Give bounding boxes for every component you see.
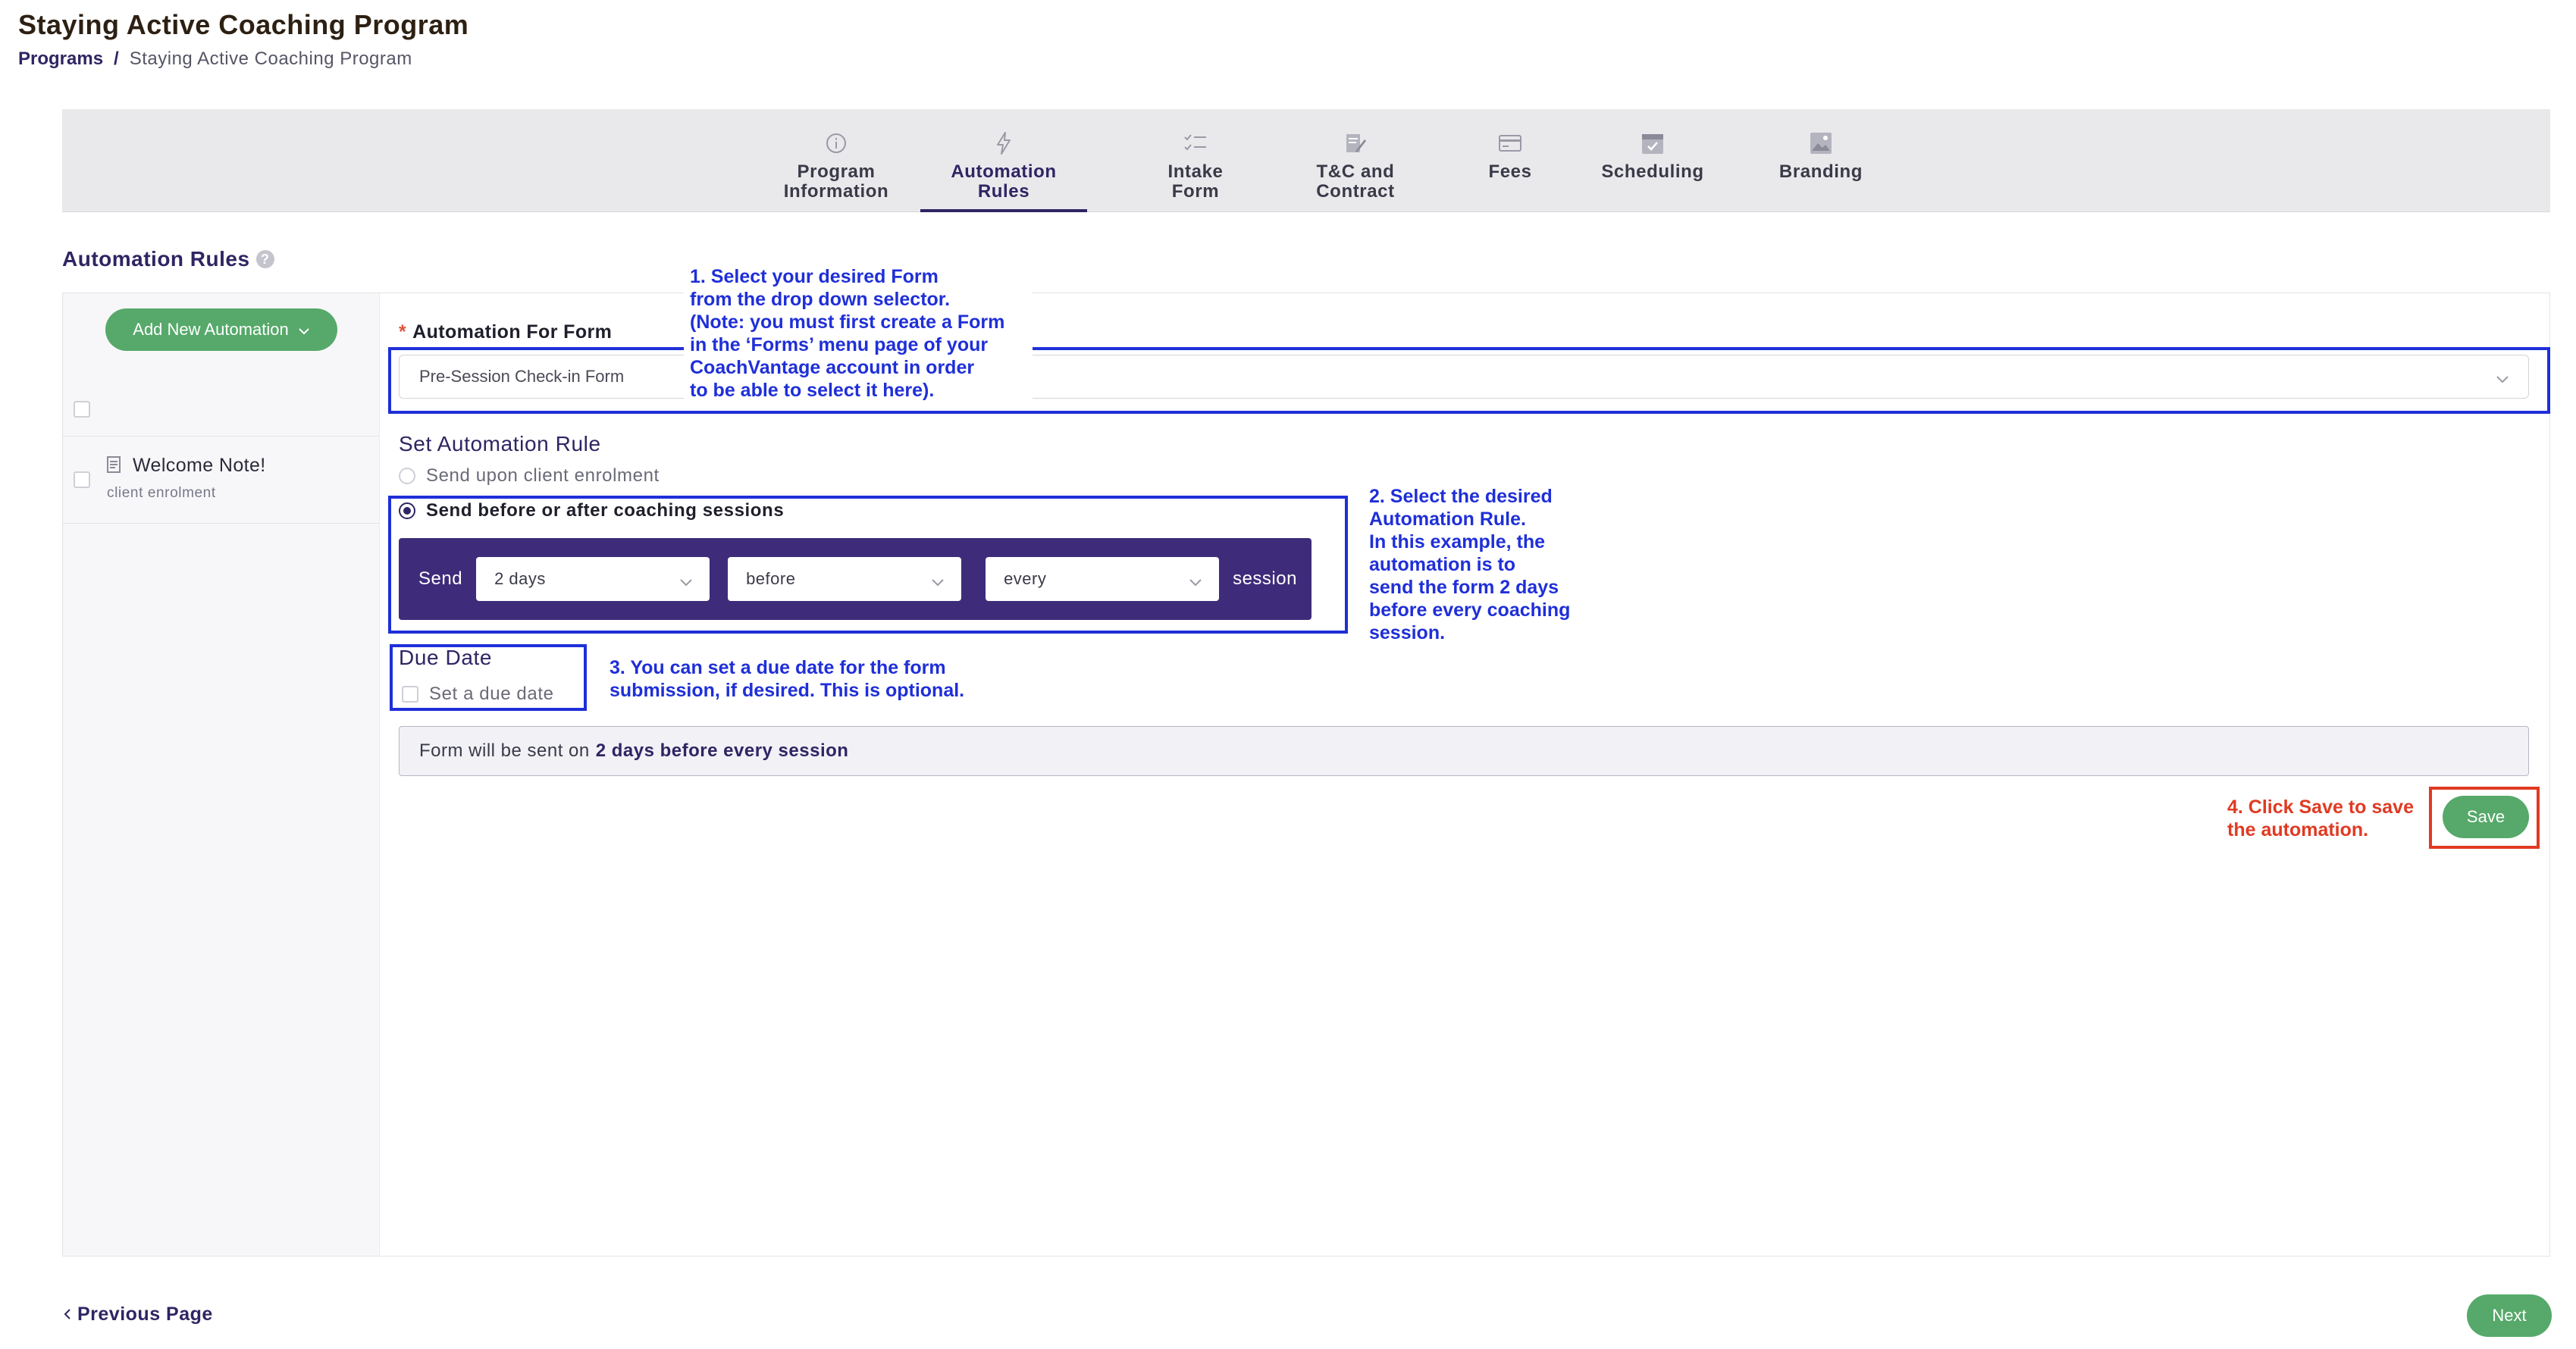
automation-for-form-label: * Automation For Form (399, 321, 612, 343)
chevron-down-icon (298, 320, 310, 340)
tab-branding[interactable]: Branding (1756, 109, 1886, 212)
document-icon (107, 456, 121, 473)
tab-label: Scheduling (1601, 161, 1704, 182)
tab-tc-contract[interactable]: T&C and Contract (1280, 109, 1431, 212)
breadcrumb-separator: / (114, 49, 119, 69)
annotation-step-1: 1. Select your desired Form from the dro… (684, 265, 1033, 406)
radio-label: Send upon client enrolment (426, 465, 660, 486)
checklist-icon (1183, 130, 1208, 156)
lightning-icon (991, 130, 1017, 156)
rule-checkbox[interactable] (74, 471, 90, 488)
add-new-automation-button[interactable]: Add New Automation (105, 308, 337, 351)
program-tab-bar: Program Information Automation Rules Int… (62, 109, 2550, 212)
rule-name: Welcome Note! (133, 455, 266, 476)
automation-rules-heading: Automation Rules ? (62, 247, 274, 271)
breadcrumb: Programs / Staying Active Coaching Progr… (18, 49, 412, 70)
tab-fees[interactable]: Fees (1465, 109, 1556, 212)
schedule-summary: Form will be sent on 2 days before every… (399, 726, 2529, 776)
set-automation-rule-title: Set Automation Rule (399, 432, 601, 455)
info-icon (823, 130, 849, 156)
calendar-icon (1640, 130, 1666, 156)
automation-for-form-label-text: Automation For Form (412, 321, 613, 343)
page-title: Staying Active Coaching Program (18, 9, 469, 40)
rule-trigger: client enrolment (107, 485, 216, 501)
previous-page-label: Previous Page (77, 1304, 213, 1325)
tab-label: Intake Form (1167, 161, 1224, 202)
next-button[interactable]: Next (2467, 1294, 2552, 1337)
select-all-checkbox[interactable] (74, 401, 90, 418)
required-mark: * (399, 321, 407, 343)
list-item[interactable]: Welcome Note! client enrolment (63, 436, 379, 524)
highlight-due-date (390, 644, 587, 711)
tab-scheduling[interactable]: Scheduling (1580, 109, 1725, 212)
tab-label: T&C and Contract (1316, 161, 1395, 202)
image-icon (1808, 130, 1834, 156)
summary-prefix: Form will be sent on (419, 740, 590, 761)
radio-send-upon-enrolment[interactable]: Send upon client enrolment (399, 465, 660, 487)
breadcrumb-current: Staying Active Coaching Program (129, 49, 412, 69)
tab-program-information[interactable]: Program Information (749, 109, 923, 212)
annotation-step-3: 3. You can set a due date for the form s… (610, 657, 965, 701)
summary-value: 2 days before every session (595, 740, 849, 761)
tab-intake-form[interactable]: Intake Form (1139, 109, 1252, 212)
add-button-label: Add New Automation (133, 320, 289, 339)
tab-label: Program Information (783, 161, 889, 202)
credit-card-icon (1497, 130, 1523, 156)
tab-label: Branding (1778, 161, 1863, 182)
help-icon[interactable]: ? (255, 250, 274, 268)
highlight-automation-rule (388, 496, 1348, 634)
radio-button[interactable] (399, 468, 415, 484)
tab-label: Automation Rules (951, 161, 1057, 202)
automation-list-sidebar: Add New Automation Welcome Note! client … (63, 293, 380, 1256)
tab-label: Fees (1488, 161, 1532, 182)
contract-edit-icon (1343, 130, 1368, 156)
previous-page-link[interactable]: Previous Page (64, 1304, 213, 1326)
tab-automation-rules[interactable]: Automation Rules (920, 109, 1087, 212)
highlight-save-button (2429, 787, 2540, 849)
breadcrumb-programs-link[interactable]: Programs (18, 49, 103, 70)
annotation-step-4: 4. Click Save to save the automation. (2227, 797, 2414, 840)
chevron-left-icon (64, 1304, 71, 1326)
annotation-step-2: 2. Select the desired Automation Rule. I… (1369, 486, 1571, 643)
section-title-text: Automation Rules (62, 247, 250, 271)
